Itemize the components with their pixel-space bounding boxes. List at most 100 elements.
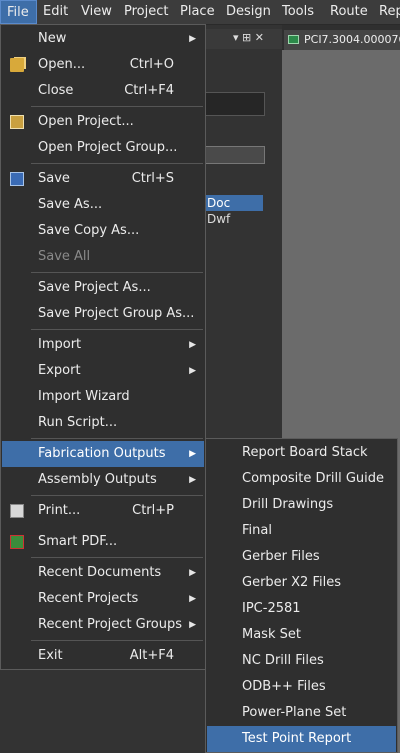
menu-place[interactable]: Place [174, 0, 221, 24]
menu-item-run-script[interactable]: Run Script... [2, 410, 204, 436]
menu-item-label: Final [242, 523, 272, 538]
project-tree-item-dwf[interactable]: Dwf [205, 211, 265, 227]
submenu-arrow-icon: ▶ [189, 568, 196, 578]
menu-separator [31, 495, 203, 496]
menu-item-label: Fabrication Outputs [38, 446, 166, 461]
menu-edit[interactable]: Edit [37, 0, 74, 24]
menu-item-label: Recent Projects [38, 591, 139, 606]
menu-reports[interactable]: Rep [373, 0, 400, 24]
menu-item-label: Power-Plane Set [242, 705, 347, 720]
menu-item-open-project[interactable]: Open Project... [2, 109, 204, 135]
menu-view[interactable]: View [75, 0, 118, 24]
menu-item-label: Open Project Group... [38, 140, 178, 155]
menu-item-label: Save [38, 171, 70, 186]
fabrication-outputs-submenu: Report Board Stack Composite Drill Guide… [205, 438, 398, 753]
menu-item-open-project-group[interactable]: Open Project Group... [2, 135, 204, 161]
menu-separator [31, 329, 203, 330]
submenu-arrow-icon: ▶ [189, 475, 196, 485]
panel-toolbar [205, 92, 265, 116]
panel-controls[interactable]: ▾ ⊞ ✕ [233, 31, 264, 44]
menu-item-label: Save Project As... [38, 280, 151, 295]
menu-item-label: Recent Documents [38, 565, 162, 580]
menu-separator [31, 163, 203, 164]
menu-item-label: Gerber X2 Files [242, 575, 341, 590]
document-tab[interactable]: PCI7.3004.000076_ [284, 30, 400, 50]
project-tree-item-doc[interactable]: Doc [205, 195, 263, 211]
submenu-item-nc-drill-files[interactable]: NC Drill Files [207, 648, 396, 674]
menu-item-save-project-group-as[interactable]: Save Project Group As... [2, 301, 204, 327]
menu-item-label: Exit [38, 648, 63, 663]
menu-item-label: Import [38, 337, 82, 352]
menu-item-import[interactable]: Import ▶ [2, 332, 204, 358]
menu-item-label: NC Drill Files [242, 653, 324, 668]
menu-item-open[interactable]: Open... Ctrl+O [2, 52, 204, 78]
menu-item-fabrication-outputs[interactable]: Fabrication Outputs ▶ [2, 441, 204, 467]
menu-item-label: Open... [38, 57, 86, 72]
menu-item-save-project-as[interactable]: Save Project As... [2, 275, 204, 301]
menu-item-new[interactable]: New ▶ [2, 26, 204, 52]
menu-item-save-as[interactable]: Save As... [2, 192, 204, 218]
shortcut-label: Ctrl+S [131, 171, 174, 186]
menu-item-smart-pdf[interactable]: Smart PDF... [2, 529, 204, 555]
menu-project[interactable]: Project [118, 0, 174, 24]
menu-design[interactable]: Design [220, 0, 277, 24]
save-disk-icon [10, 172, 24, 186]
menu-item-label: Close [38, 83, 74, 98]
menu-item-label: Import Wizard [38, 389, 130, 404]
menu-item-label: Gerber Files [242, 549, 320, 564]
submenu-arrow-icon: ▶ [189, 340, 196, 350]
submenu-arrow-icon: ▶ [189, 594, 196, 604]
submenu-item-final[interactable]: Final [207, 518, 396, 544]
menu-item-export[interactable]: Export ▶ [2, 358, 204, 384]
menu-item-label: Save Project Group As... [38, 306, 195, 321]
menu-item-print[interactable]: Print... Ctrl+P [2, 498, 204, 524]
menu-file[interactable]: File [0, 0, 37, 24]
menu-item-close[interactable]: Close Ctrl+F4 [2, 78, 204, 104]
menu-item-label: Drill Drawings [242, 497, 334, 512]
menu-item-save[interactable]: Save Ctrl+S [2, 166, 204, 192]
menu-item-exit[interactable]: Exit Alt+F4 [2, 643, 204, 669]
menu-bar: File Edit View Project Place Design Tool… [0, 0, 400, 25]
submenu-item-gerber-files[interactable]: Gerber Files [207, 544, 396, 570]
submenu-item-odb-files[interactable]: ODB++ Files [207, 674, 396, 700]
menu-separator [31, 438, 203, 439]
menu-item-label: Smart PDF... [38, 534, 118, 549]
submenu-item-mask-set[interactable]: Mask Set [207, 622, 396, 648]
submenu-item-composite-drill-guide[interactable]: Composite Drill Guide [207, 466, 396, 492]
file-menu: New ▶ Open... Ctrl+O Close Ctrl+F4 Open … [0, 24, 206, 670]
menu-item-import-wizard[interactable]: Import Wizard [2, 384, 204, 410]
submenu-item-report-board-stack[interactable]: Report Board Stack [207, 440, 396, 466]
submenu-item-ipc-2581[interactable]: IPC-2581 [207, 596, 396, 622]
menu-item-recent-project-groups[interactable]: Recent Project Groups ▶ [2, 612, 204, 638]
menu-item-label: Recent Project Groups [38, 617, 183, 632]
submenu-item-power-plane-set[interactable]: Power-Plane Set [207, 700, 396, 726]
smart-pdf-icon [10, 535, 24, 549]
menu-item-save-copy-as[interactable]: Save Copy As... [2, 218, 204, 244]
submenu-item-gerber-x2-files[interactable]: Gerber X2 Files [207, 570, 396, 596]
menu-item-label: Save Copy As... [38, 223, 140, 238]
menu-separator [31, 640, 203, 641]
panel-search-input[interactable] [205, 146, 265, 164]
menu-item-label: ODB++ Files [242, 679, 326, 694]
menu-separator [31, 272, 203, 273]
submenu-arrow-icon: ▶ [189, 620, 196, 630]
menu-item-label: New [38, 31, 67, 46]
submenu-item-test-point-report[interactable]: Test Point Report [207, 726, 396, 752]
menu-item-recent-projects[interactable]: Recent Projects ▶ [2, 586, 204, 612]
menu-separator [31, 557, 203, 558]
submenu-item-drill-drawings[interactable]: Drill Drawings [207, 492, 396, 518]
menu-item-recent-documents[interactable]: Recent Documents ▶ [2, 560, 204, 586]
printer-icon [10, 504, 24, 518]
menu-item-label: Export [38, 363, 81, 378]
open-folder-icon [10, 58, 24, 72]
menu-item-label: Open Project... [38, 114, 134, 129]
menu-tools[interactable]: Tools [276, 0, 320, 24]
submenu-arrow-icon: ▶ [189, 449, 196, 459]
menu-route[interactable]: Route [324, 0, 374, 24]
submenu-arrow-icon: ▶ [189, 366, 196, 376]
menu-item-label: Test Point Report [242, 731, 352, 746]
menu-item-label: Save All [38, 249, 91, 264]
shortcut-label: Ctrl+F4 [124, 83, 174, 98]
menu-item-assembly-outputs[interactable]: Assembly Outputs ▶ [2, 467, 204, 493]
menu-item-save-all: Save All [2, 244, 204, 270]
